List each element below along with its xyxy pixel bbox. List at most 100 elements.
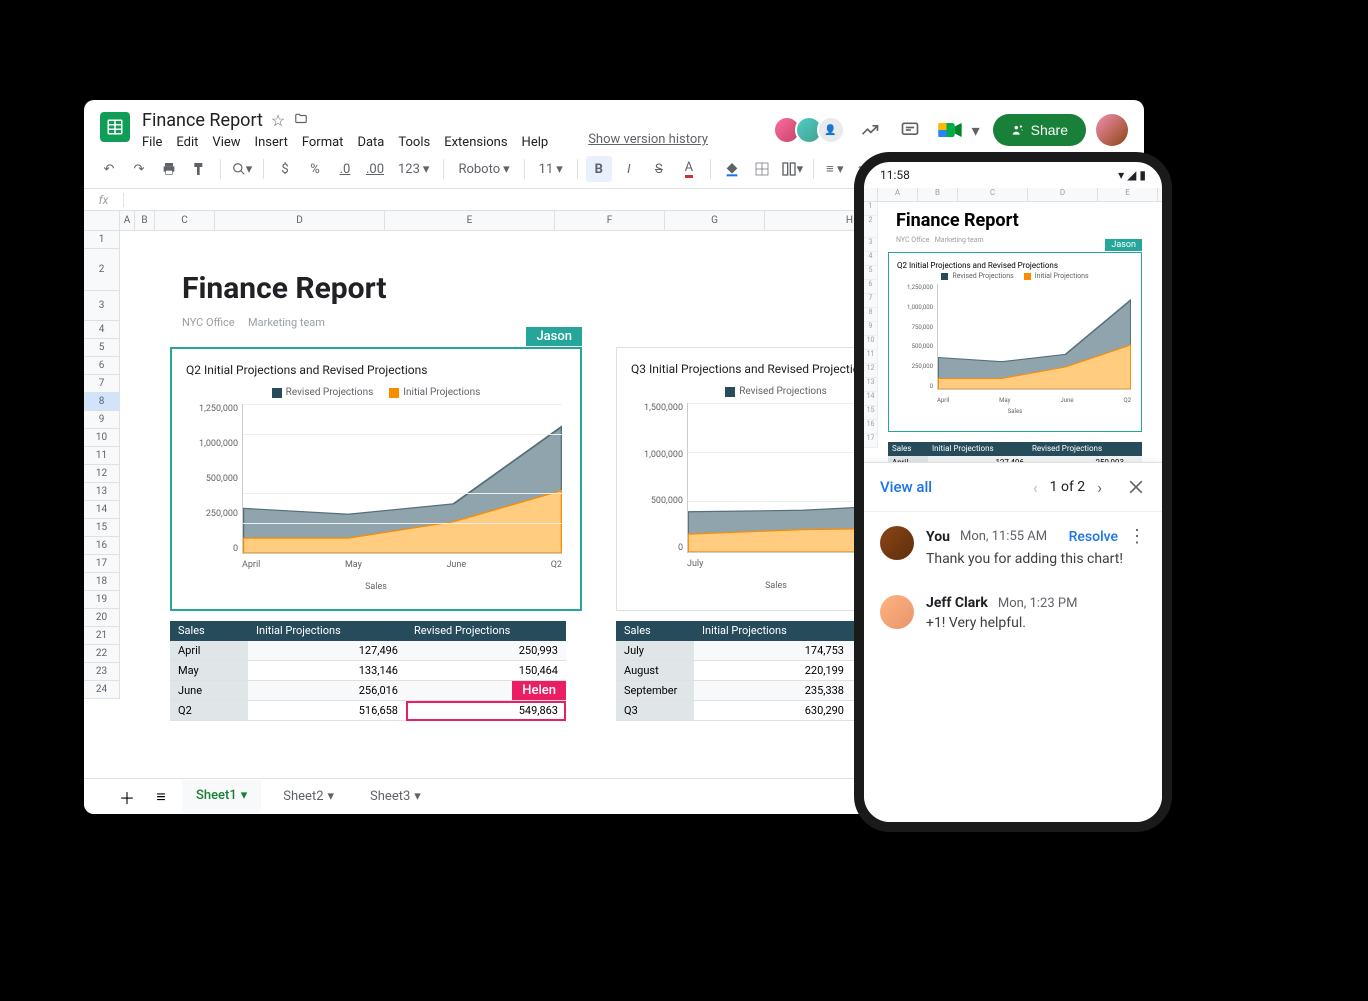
- col-header[interactable]: F: [555, 211, 665, 230]
- chart-q2[interactable]: Jason Q2 Initial Projections and Revised…: [170, 347, 582, 611]
- menu-view[interactable]: View: [212, 135, 240, 150]
- col-header[interactable]: B: [135, 211, 155, 230]
- align-icon[interactable]: ≡ ▾: [822, 156, 848, 182]
- row-header[interactable]: 11: [84, 447, 120, 465]
- font-selector[interactable]: Roboto ▾: [452, 162, 515, 177]
- x-axis-label: Sales: [172, 582, 580, 592]
- zoom-icon[interactable]: ▾: [229, 156, 255, 182]
- undo-icon[interactable]: ↶: [96, 156, 122, 182]
- row-header[interactable]: 20: [84, 609, 120, 627]
- menu-data[interactable]: Data: [357, 135, 384, 150]
- subtitle: NYC Office: [182, 316, 235, 329]
- next-comment-icon[interactable]: ›: [1097, 478, 1102, 497]
- tab-sheet1[interactable]: Sheet1 ▾: [182, 780, 261, 813]
- row-header[interactable]: 23: [84, 663, 120, 681]
- comment-time: Mon, 11:55 AM: [960, 529, 1047, 544]
- sheets-logo[interactable]: [100, 112, 130, 142]
- row-header[interactable]: 12: [84, 465, 120, 483]
- borders-icon[interactable]: [749, 156, 775, 182]
- format-123[interactable]: 123 ▾: [392, 162, 435, 177]
- chart-legend: Revised Projections Initial Projections: [172, 387, 580, 398]
- merge-icon[interactable]: ▾: [779, 156, 805, 182]
- collaborator-avatars[interactable]: 👤: [779, 116, 845, 144]
- format-dec-inc[interactable]: .00: [362, 156, 388, 182]
- pager-text: 1 of 2: [1050, 479, 1086, 495]
- row-header[interactable]: 13: [84, 483, 120, 501]
- comment-icon[interactable]: [895, 115, 925, 145]
- phone-chart[interactable]: Jason Q2 Initial Projections and Revised…: [888, 252, 1142, 432]
- italic-icon[interactable]: I: [616, 156, 642, 182]
- row-header[interactable]: 4: [84, 321, 120, 339]
- text-color-icon[interactable]: A: [676, 156, 702, 182]
- header: Finance Report ☆ File Edit View Insert F…: [84, 100, 1144, 150]
- th-sales: Sales: [616, 621, 694, 641]
- meet-dropdown-icon[interactable]: ▾: [969, 115, 983, 145]
- col-header[interactable]: D: [215, 211, 385, 230]
- menu-format[interactable]: Format: [302, 135, 344, 150]
- fill-color-icon[interactable]: [719, 156, 745, 182]
- row-header[interactable]: 16: [84, 537, 120, 555]
- row-header[interactable]: 18: [84, 573, 120, 591]
- comment-author: Jeff Clark: [926, 595, 988, 611]
- doc-title[interactable]: Finance Report: [142, 110, 263, 131]
- row-header[interactable]: 7: [84, 375, 120, 393]
- th-rp: Revised Projections: [406, 621, 566, 641]
- menu-tools[interactable]: Tools: [398, 135, 430, 150]
- row-header[interactable]: 22: [84, 645, 120, 663]
- move-folder-icon[interactable]: [293, 111, 309, 130]
- menu-help[interactable]: Help: [522, 135, 549, 150]
- row-header[interactable]: 5: [84, 339, 120, 357]
- row-header[interactable]: 17: [84, 555, 120, 573]
- comment-text: +1! Very helpful.: [926, 615, 1146, 631]
- redo-icon[interactable]: ↷: [126, 156, 152, 182]
- menu-insert[interactable]: Insert: [255, 135, 288, 150]
- avatar-more[interactable]: 👤: [817, 116, 845, 144]
- print-icon[interactable]: [156, 156, 182, 182]
- profile-avatar[interactable]: [1096, 114, 1128, 146]
- version-history-link[interactable]: Show version history: [588, 132, 708, 147]
- view-all-button[interactable]: View all: [880, 478, 932, 496]
- row-header[interactable]: 3: [84, 291, 120, 321]
- format-dec-dec[interactable]: .0: [332, 156, 358, 182]
- tab-sheet2[interactable]: Sheet2 ▾: [269, 781, 348, 812]
- add-sheet-icon[interactable]: ＋: [114, 784, 140, 810]
- star-icon[interactable]: ☆: [271, 111, 285, 130]
- bold-icon[interactable]: B: [586, 156, 612, 182]
- subtitle: Marketing team: [248, 316, 325, 329]
- col-header[interactable]: G: [665, 211, 765, 230]
- prev-comment-icon[interactable]: ‹: [1033, 478, 1038, 497]
- row-header[interactable]: 10: [84, 429, 120, 447]
- activity-icon[interactable]: [855, 115, 885, 145]
- comment-item: You Mon, 11:55 AM Resolve ⋮ Thank you fo…: [864, 512, 1162, 581]
- row-header[interactable]: 2: [84, 249, 120, 291]
- menu-file[interactable]: File: [142, 135, 162, 150]
- row-header[interactable]: 19: [84, 591, 120, 609]
- close-icon[interactable]: [1126, 477, 1146, 497]
- menu-extensions[interactable]: Extensions: [444, 135, 507, 150]
- format-percent[interactable]: %: [302, 156, 328, 182]
- col-header[interactable]: A: [120, 211, 135, 230]
- more-icon[interactable]: ⋮: [1128, 526, 1146, 547]
- row-header[interactable]: 24: [84, 681, 120, 699]
- menu-edit[interactable]: Edit: [176, 135, 198, 150]
- comment-panel: View all ‹ 1 of 2 › You Mon, 11:55 AM Re…: [864, 462, 1162, 822]
- row-header[interactable]: 8: [84, 393, 120, 411]
- row-header[interactable]: 9: [84, 411, 120, 429]
- strike-icon[interactable]: S: [646, 156, 672, 182]
- font-size[interactable]: 11 ▾: [533, 162, 569, 177]
- all-sheets-icon[interactable]: ≡: [148, 784, 174, 810]
- resolve-button[interactable]: Resolve: [1069, 529, 1118, 545]
- meet-icon[interactable]: [935, 115, 965, 145]
- chart-title: Q2 Initial Projections and Revised Proje…: [172, 349, 580, 381]
- row-header[interactable]: 1: [84, 231, 120, 249]
- row-header[interactable]: 15: [84, 519, 120, 537]
- row-header[interactable]: 21: [84, 627, 120, 645]
- paint-format-icon[interactable]: [186, 156, 212, 182]
- format-currency[interactable]: $: [272, 156, 298, 182]
- row-header[interactable]: 14: [84, 501, 120, 519]
- row-header[interactable]: 6: [84, 357, 120, 375]
- col-header[interactable]: E: [385, 211, 555, 230]
- col-header[interactable]: C: [155, 211, 215, 230]
- tab-sheet3[interactable]: Sheet3 ▾: [356, 781, 435, 812]
- share-button[interactable]: Share: [993, 114, 1086, 146]
